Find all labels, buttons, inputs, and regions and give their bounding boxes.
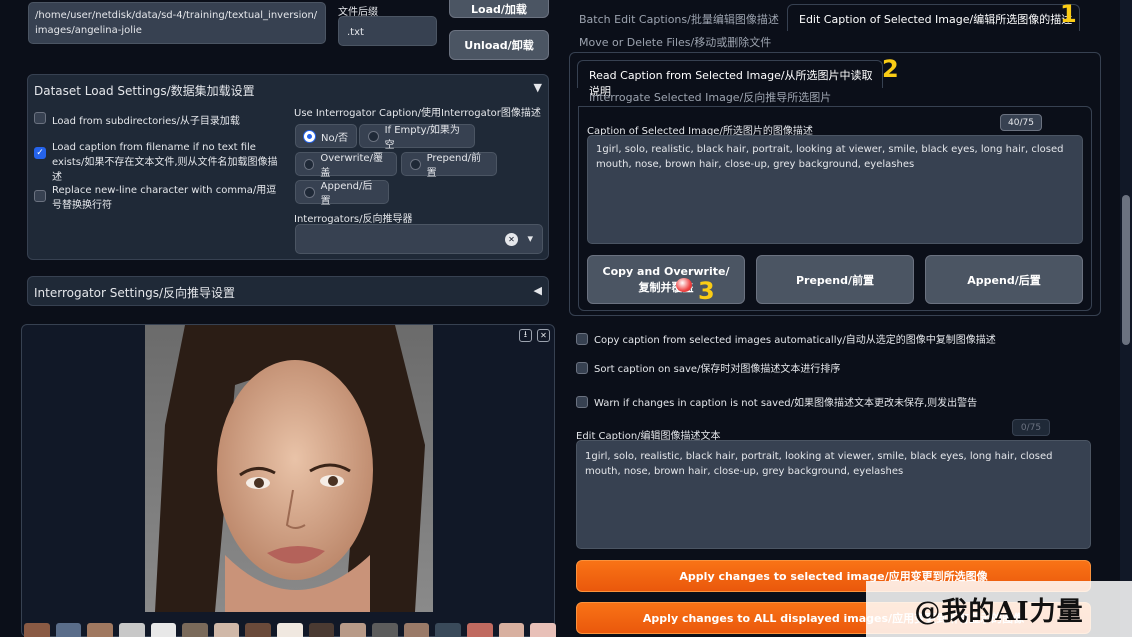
- unload-button[interactable]: Unload/卸载: [449, 30, 549, 60]
- append-button[interactable]: Append/后置: [925, 255, 1083, 304]
- annotation-number-1: 1: [1060, 0, 1077, 28]
- option-warn-unsaved[interactable]: Warn if changes in caption is not saved/…: [576, 394, 977, 409]
- copy-overwrite-button[interactable]: Copy and Overwrite/复制并覆盖: [587, 255, 745, 304]
- thumbnail[interactable]: [403, 623, 430, 637]
- thumbnail[interactable]: [498, 623, 525, 637]
- image-preview-panel: ⭳ ✕: [21, 324, 556, 637]
- radio-no[interactable]: No/否: [295, 124, 357, 148]
- thumbnail[interactable]: [245, 623, 272, 637]
- thumbnail[interactable]: [530, 623, 556, 637]
- subdirectories-checkbox[interactable]: [34, 112, 46, 124]
- option-caption-from-filename[interactable]: ✓ Load caption from filename if no text …: [34, 140, 284, 185]
- path-input[interactable]: /home/user/netdisk/data/sd-4/training/te…: [28, 2, 326, 44]
- sort-caption-label: Sort caption on save/保存时对图像描述文本进行排序: [594, 364, 841, 375]
- radio-if-empty-label: If Empty/如果为空: [384, 125, 460, 151]
- thumbnail[interactable]: [466, 623, 493, 637]
- radio-no-label: No/否: [321, 132, 348, 144]
- radio-append[interactable]: Append/后置: [295, 180, 389, 207]
- option-copy-auto[interactable]: Copy caption from selected images automa…: [576, 331, 996, 346]
- radio-overwrite-label: Overwrite/覆盖: [320, 153, 383, 179]
- tab-edit-selected[interactable]: Edit Caption of Selected Image/编辑所选图像的描述: [787, 4, 1080, 31]
- collapse-triangle-icon[interactable]: ▼: [534, 81, 542, 94]
- tab-move-delete[interactable]: Move or Delete Files/移动或删除文件: [579, 34, 771, 50]
- radio-if-empty[interactable]: If Empty/如果为空: [359, 124, 475, 151]
- thumbnail[interactable]: [372, 623, 398, 637]
- scrollbar-thumb[interactable]: [1122, 195, 1130, 345]
- suffix-input[interactable]: .txt: [338, 16, 437, 46]
- download-icon[interactable]: ⭳: [519, 329, 532, 342]
- read-caption-panel: Caption of Selected Image/所选图片的图像描述 40/7…: [578, 106, 1092, 311]
- radio-if-empty-dot[interactable]: [368, 130, 379, 142]
- thumbnail[interactable]: [87, 623, 113, 637]
- cursor-marker: [676, 278, 692, 292]
- interrogator-caption-label: Use Interrogator Caption/使用Interrogator图…: [294, 108, 541, 119]
- chevron-down-icon[interactable]: ▾: [527, 231, 533, 246]
- thumbnail-strip: [22, 623, 556, 637]
- edit-caption-counter: 0/75: [1012, 419, 1050, 436]
- thumbnail[interactable]: [213, 623, 240, 637]
- edit-caption-textarea[interactable]: 1girl, solo, realistic, black hair, port…: [576, 440, 1091, 549]
- radio-append-dot[interactable]: [304, 186, 315, 198]
- annotation-number-3: 3: [698, 277, 715, 305]
- copy-auto-label: Copy caption from selected images automa…: [594, 335, 996, 346]
- page-scrollbar[interactable]: [1120, 0, 1132, 637]
- thumbnail[interactable]: [182, 623, 208, 637]
- thumbnail[interactable]: [55, 623, 82, 637]
- thumbnail[interactable]: [150, 623, 177, 637]
- radio-overwrite[interactable]: Overwrite/覆盖: [295, 152, 397, 179]
- radio-prepend[interactable]: Prepend/前置: [401, 152, 497, 179]
- thumbnail[interactable]: [24, 623, 50, 637]
- interrogator-settings-panel[interactable]: Interrogator Settings/反向推导设置 ◀: [27, 276, 549, 306]
- caption-textarea[interactable]: 1girl, solo, realistic, black hair, port…: [587, 135, 1083, 244]
- dataset-settings-panel: Dataset Load Settings/数据集加载设置 ▼ Load fro…: [27, 74, 549, 260]
- replace-newline-checkbox[interactable]: [34, 190, 46, 202]
- caption-from-filename-checkbox[interactable]: ✓: [34, 147, 46, 159]
- interrogators-label: Interrogators/反向推导器: [294, 214, 413, 225]
- tab-batch-edit[interactable]: Batch Edit Captions/批量编辑图像描述: [579, 11, 779, 27]
- subtab-interrogate[interactable]: Interrogate Selected Image/反向推导所选图片: [589, 89, 831, 105]
- radio-prepend-label: Prepend/前置: [426, 153, 482, 179]
- radio-append-label: Append/后置: [320, 181, 373, 207]
- radio-prepend-dot[interactable]: [410, 158, 421, 170]
- thumbnail[interactable]: [308, 623, 335, 637]
- radio-no-dot[interactable]: [304, 130, 315, 142]
- interrogator-settings-header[interactable]: Interrogator Settings/反向推导设置: [34, 284, 235, 301]
- copy-auto-checkbox[interactable]: [576, 332, 588, 345]
- thumbnail[interactable]: [118, 623, 145, 637]
- load-button[interactable]: Load/加载: [449, 0, 549, 18]
- warn-unsaved-checkbox[interactable]: [576, 395, 588, 408]
- thumbnail[interactable]: [435, 623, 461, 637]
- subtab-read-caption[interactable]: Read Caption from Selected Image/从所选图片中读…: [577, 60, 883, 98]
- caption-from-filename-label: Load caption from filename if no text fi…: [52, 142, 278, 183]
- warn-unsaved-label: Warn if changes in caption is not saved/…: [594, 398, 978, 409]
- thumbnail[interactable]: [277, 623, 303, 637]
- edit-selected-panel: Read Caption from Selected Image/从所选图片中读…: [569, 52, 1101, 316]
- option-replace-newline[interactable]: Replace new-line character with comma/用逗…: [34, 183, 284, 213]
- watermark: @我的AI力量: [866, 581, 1132, 637]
- expand-triangle-icon[interactable]: ◀: [534, 284, 542, 297]
- clear-icon[interactable]: ✕: [505, 233, 518, 246]
- sort-caption-checkbox[interactable]: [576, 361, 588, 374]
- subdirectories-label: Load from subdirectories/从子目录加载: [52, 116, 240, 127]
- close-icon[interactable]: ✕: [537, 329, 550, 342]
- annotation-number-2: 2: [882, 55, 899, 83]
- caption-counter: 40/75: [1000, 114, 1042, 131]
- replace-newline-label: Replace new-line character with comma/用逗…: [52, 185, 277, 211]
- option-sort-caption[interactable]: Sort caption on save/保存时对图像描述文本进行排序: [576, 360, 840, 375]
- prepend-button[interactable]: Prepend/前置: [756, 255, 914, 304]
- option-subdirectories[interactable]: Load from subdirectories/从子目录加载: [34, 112, 284, 127]
- dataset-settings-header[interactable]: Dataset Load Settings/数据集加载设置: [34, 82, 255, 99]
- radio-overwrite-dot[interactable]: [304, 158, 315, 170]
- selected-image[interactable]: [145, 325, 433, 612]
- portrait-illustration: [145, 325, 433, 612]
- thumbnail[interactable]: [340, 623, 367, 637]
- interrogators-dropdown[interactable]: ✕ ▾: [295, 224, 543, 254]
